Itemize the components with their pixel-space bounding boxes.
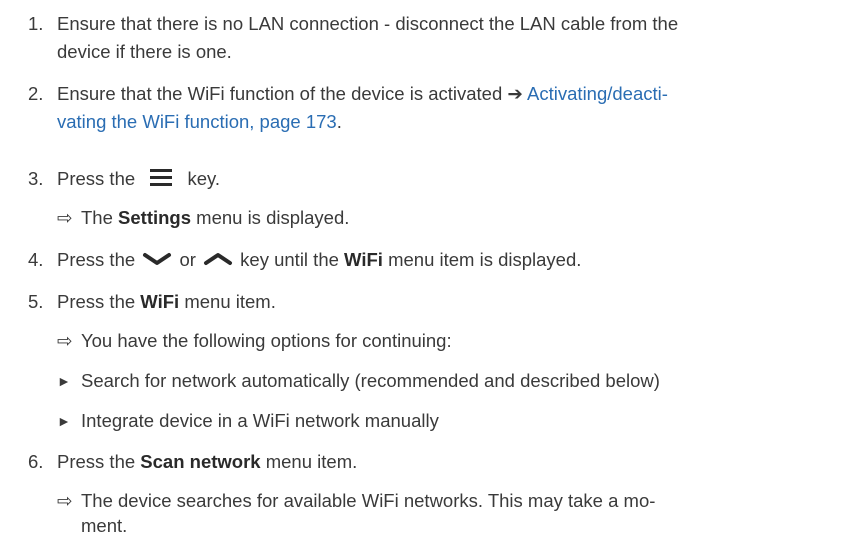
step-text-part: Press the (57, 249, 136, 270)
result-text: You have the following options for conti… (81, 330, 452, 351)
bullet-icon: ► (57, 413, 71, 429)
step-text-part: Press the (57, 291, 141, 312)
result-text: menu is displayed. (191, 207, 350, 228)
step-text-part: menu item. (260, 451, 358, 472)
step-text-part: key. (187, 168, 220, 189)
result-arrow-icon: ⇨ (57, 330, 73, 351)
menu-item-name: WiFi (344, 249, 383, 270)
chevron-up-icon (201, 249, 235, 273)
step-number: 4. (28, 249, 44, 270)
cross-reference-link[interactable]: vating the WiFi function, page 173 (57, 111, 337, 132)
step-text: vating the WiFi function, page 173. (57, 110, 342, 134)
step-text-part: menu item. (179, 291, 276, 312)
step-text-part: menu item is displayed. (382, 249, 582, 270)
step-text-part: Press the (57, 168, 136, 189)
manual-page: { "steps": [ { "num": "1.", "line1": "En… (0, 0, 848, 548)
bullet-icon: ► (57, 373, 71, 389)
result-arrow-icon: ⇨ (57, 207, 73, 228)
step-text: Ensure that the WiFi function of the dev… (57, 82, 668, 106)
step-text: Ensure that there is no LAN connection -… (57, 13, 679, 34)
option-text: Search for network automatically (recomm… (81, 370, 660, 391)
option-item: ► Integrate device in a WiFi network manu… (57, 409, 439, 433)
step-text-part: . (336, 111, 342, 132)
step-number: 6. (28, 451, 44, 472)
step-result: ⇨ The device searches for available WiFi … (57, 489, 655, 513)
result-text: The (81, 207, 119, 228)
step-text: device if there is one. (57, 41, 232, 62)
option-item: ► Search for network automatically (recom… (57, 369, 660, 393)
menu-name: Settings (118, 207, 192, 228)
menu-item-name: WiFi (140, 291, 180, 312)
step-text-part: Ensure that the WiFi function of the dev… (57, 83, 508, 104)
arrow-icon: ➔ (507, 83, 523, 104)
step-text: Press the key. (57, 167, 220, 192)
step-number: 2. (28, 83, 44, 104)
step-number: 3. (28, 168, 44, 189)
result-arrow-icon: ⇨ (57, 490, 73, 511)
chevron-down-icon (140, 249, 174, 273)
step-number: 5. (28, 291, 44, 312)
step-number: 1. (28, 13, 44, 34)
step-text: Press the WiFi menu item. (57, 290, 276, 314)
step-text-part: or (179, 249, 196, 270)
option-text: Integrate device in a WiFi network manua… (81, 410, 439, 431)
step-text: Press the Scan network menu item. (57, 450, 357, 474)
result-text: The device searches for available WiFi n… (81, 490, 656, 511)
menu-item-name: Scan network (140, 451, 261, 472)
result-text: ment. (81, 515, 128, 536)
step-text-part: Press the (57, 451, 141, 472)
cross-reference-link[interactable]: Activating/deacti- (527, 83, 668, 104)
step-text: Press the or key until the WiFi menu ite… (57, 248, 581, 273)
menu-icon (140, 168, 182, 192)
step-result: ⇨ The Settings menu is displayed. (57, 206, 349, 230)
step-result: ⇨ You have the following options for cont… (57, 329, 452, 353)
step-text-part: key until the (240, 249, 345, 270)
